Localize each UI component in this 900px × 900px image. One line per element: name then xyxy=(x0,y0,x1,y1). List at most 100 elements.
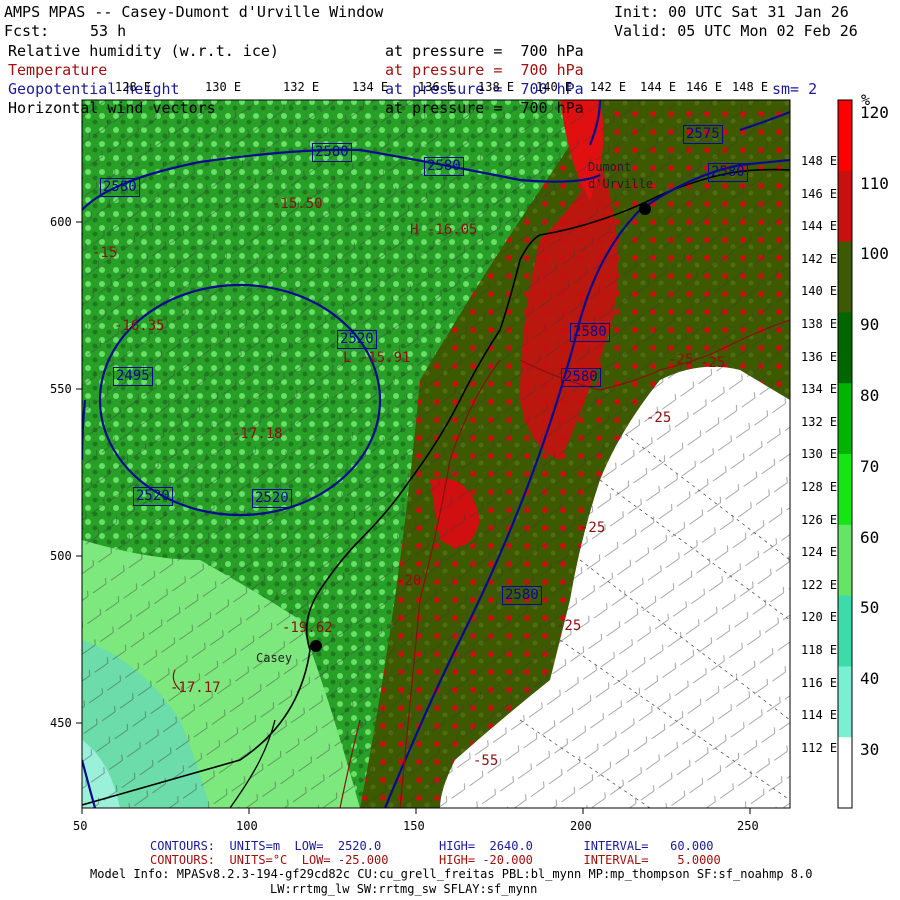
latitude-label: 124 E xyxy=(801,545,838,560)
x-tick-label: 50 xyxy=(73,819,88,833)
field-rh-level: at pressure = 700 hPa xyxy=(385,42,584,60)
forecast-hour: 53 h xyxy=(90,22,127,40)
colorbar-label: 100 xyxy=(860,244,889,264)
latitude-label: 118 E xyxy=(801,643,838,657)
temp-contour-label: -25 xyxy=(668,352,694,368)
forecast-label: Fcst: xyxy=(4,22,50,40)
colorbar-label: 120 xyxy=(860,102,889,122)
place-dumont-durville-line2: d'Urville xyxy=(588,177,654,191)
x-tick-label: 250 xyxy=(737,819,759,833)
latitude-label: 142 E xyxy=(801,251,838,266)
height-contour-label: 2520 xyxy=(337,330,377,349)
longitude-label: 144 E xyxy=(640,80,677,94)
latitude-label: 138 E xyxy=(801,317,838,331)
temp-contour-label: -25 xyxy=(700,355,726,371)
colorbar-label: 30 xyxy=(860,740,880,759)
colorbar-label: 50 xyxy=(860,598,880,618)
colorbar xyxy=(838,100,852,809)
colorbar-segment xyxy=(838,170,852,243)
valid-time: Valid: 05 UTC Mon 02 Feb 26 xyxy=(614,22,858,40)
init-time: Init: 00 UTC Sat 31 Jan 26 xyxy=(614,3,849,21)
colorbar-segment xyxy=(838,454,852,526)
height-contour-label: 2495 xyxy=(113,367,153,386)
latitude-label: 120 E xyxy=(801,610,838,625)
temp-contour-label: -25 xyxy=(646,410,672,426)
colorbar-segment xyxy=(838,737,852,809)
colorbar-label: 70 xyxy=(860,456,880,476)
field-height-name: Geopotential height xyxy=(8,80,180,98)
longitude-label: 130 E xyxy=(205,80,242,94)
extremum-label: -17.17 xyxy=(170,680,221,696)
forecast-map xyxy=(76,99,853,814)
latitude-label: 126 E xyxy=(801,512,838,527)
temp-contour-label: -20 xyxy=(396,573,422,589)
x-tick-label: 200 xyxy=(570,819,592,833)
longitude-label: 128 E xyxy=(115,80,152,94)
latitude-label: 112 E xyxy=(801,740,838,755)
height-contour-label: 2580 xyxy=(570,323,610,342)
colorbar-segment xyxy=(838,241,852,313)
rh-field xyxy=(82,100,790,808)
y-axis-ticks xyxy=(76,221,82,724)
latitude-label: 144 E xyxy=(801,219,838,234)
colorbar-segment xyxy=(838,100,852,172)
longitude-label: 140 E xyxy=(536,80,573,94)
field-temp-level: at pressure = 700 hPa xyxy=(385,61,584,79)
colorbar-label: 110 xyxy=(860,173,889,193)
latitude-label: 140 E xyxy=(801,284,838,299)
place-casey: Casey xyxy=(256,651,293,665)
colorbar-label: 60 xyxy=(860,527,880,547)
x-tick-label: 150 xyxy=(403,819,425,833)
extremum-label: -19.62 xyxy=(282,620,333,636)
height-contour-label: 2580 xyxy=(708,163,748,182)
extremum-label: -16.35 xyxy=(114,318,165,334)
latitude-label: 122 E xyxy=(801,577,838,592)
temp-contour-label: -55 xyxy=(473,753,499,769)
colorbar-label: 40 xyxy=(860,669,880,689)
colorbar-label: 80 xyxy=(860,386,880,405)
height-contour-label: 2580 xyxy=(424,157,464,176)
longitude-label: 142 E xyxy=(590,80,627,94)
longitude-label: 138 E xyxy=(478,80,515,94)
extremum-label: H -16.05 xyxy=(410,222,478,238)
height-contour-label: 2580 xyxy=(502,586,542,605)
x-tick-label: 100 xyxy=(236,819,258,833)
height-contour-label: 2520 xyxy=(133,487,173,506)
x-axis-ticks xyxy=(81,808,751,814)
height-contour-label: 2580 xyxy=(561,368,601,387)
field-wind-level: at pressure = 700 hPa xyxy=(385,99,584,117)
longitude-label: 148 E xyxy=(732,80,769,94)
dumont-durville-marker xyxy=(639,203,651,215)
longitude-label: 136 E xyxy=(418,80,455,94)
map-title: AMPS MPAS -- Casey-Dumont d'Urville Wind… xyxy=(4,3,384,21)
casey-marker xyxy=(310,640,322,652)
height-contour-label: 2520 xyxy=(252,489,292,508)
footer-model-info-2: LW:rrtmg_lw SW:rrtmg_sw SFLAY:sf_mynn xyxy=(270,882,538,896)
temp-contour-label: -25 xyxy=(580,520,606,536)
colorbar-segment xyxy=(838,666,852,738)
y-tick-label: 450 xyxy=(50,716,72,730)
longitude-label: 132 E xyxy=(283,80,320,94)
temp-contour-label: -25 xyxy=(556,618,582,634)
height-contour-label: 2575 xyxy=(683,125,723,144)
latitude-label: 148 E xyxy=(801,154,838,168)
place-dumont-durville-line1: Dumont xyxy=(588,160,632,174)
latitude-label: 130 E xyxy=(801,447,838,462)
extremum-label: L -15.91 xyxy=(343,350,411,366)
colorbar-segment xyxy=(838,312,852,384)
latitude-label: 136 E xyxy=(801,349,838,364)
height-contour-label: 2580 xyxy=(100,178,140,197)
field-wind-name: Horizontal wind vectors xyxy=(8,99,216,117)
latitude-label: 132 E xyxy=(801,414,838,429)
field-temp-name: Temperature xyxy=(8,61,108,79)
extremum-label: -17.18 xyxy=(232,426,283,442)
smoothing-label: sm= 2 xyxy=(772,80,818,98)
latitude-label: 128 E xyxy=(801,480,838,494)
height-contour-label: 2580 xyxy=(312,143,352,162)
colorbar-segment xyxy=(838,595,852,667)
latitude-label: 116 E xyxy=(801,675,838,690)
colorbar-segment xyxy=(838,383,852,455)
field-rh-name: Relative humidity (w.r.t. ice) xyxy=(8,42,279,60)
extremum-label: -15.50 xyxy=(272,196,323,212)
extremum-label: -15 xyxy=(92,245,118,261)
